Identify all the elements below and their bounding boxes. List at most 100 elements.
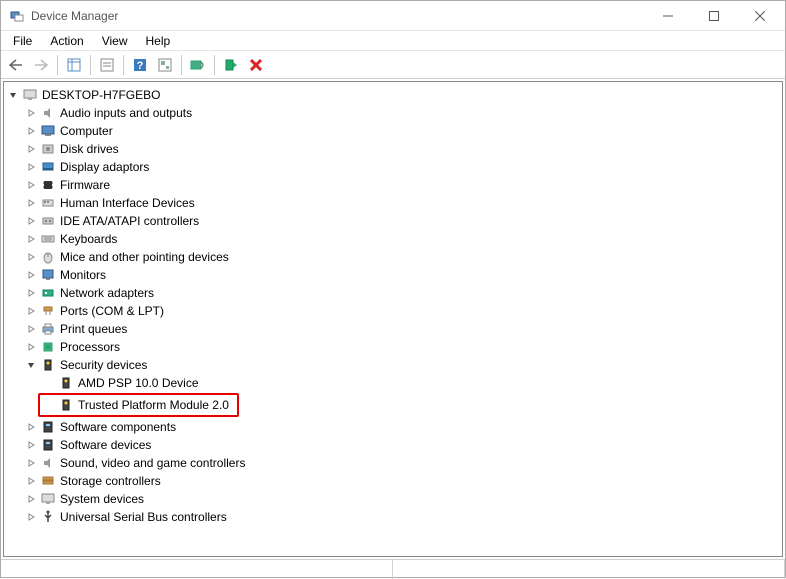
chevron-right-icon[interactable] <box>24 214 38 228</box>
chevron-right-icon[interactable] <box>24 178 38 192</box>
chevron-right-icon[interactable] <box>24 322 38 336</box>
properties-button[interactable] <box>96 54 118 76</box>
category-label: Audio inputs and outputs <box>60 106 192 120</box>
tree-category-computer[interactable]: Computer <box>22 122 782 140</box>
menu-view[interactable]: View <box>94 33 136 49</box>
toolbar-separator <box>214 55 215 75</box>
category-label: System devices <box>60 492 144 506</box>
tree-category-firmware[interactable]: Firmware <box>22 176 782 194</box>
back-button[interactable] <box>5 54 27 76</box>
tree-category-ide[interactable]: IDE ATA/ATAPI controllers <box>22 212 782 230</box>
chevron-right-icon[interactable] <box>24 142 38 156</box>
close-button[interactable] <box>737 1 783 31</box>
tree-category-display[interactable]: Display adaptors <box>22 158 782 176</box>
device-label: Trusted Platform Module 2.0 <box>78 398 229 412</box>
monitor-icon <box>40 267 56 283</box>
category-label: Processors <box>60 340 120 354</box>
chevron-right-icon[interactable] <box>24 232 38 246</box>
category-label: Software devices <box>60 438 151 452</box>
keyboard-icon <box>40 231 56 247</box>
category-label: Network adapters <box>60 286 154 300</box>
minimize-button[interactable] <box>645 1 691 31</box>
chevron-right-icon[interactable] <box>24 160 38 174</box>
toolbar-separator <box>123 55 124 75</box>
category-label: Security devices <box>60 358 147 372</box>
category-label: Print queues <box>60 322 127 336</box>
security-icon <box>40 357 56 373</box>
tree-category-storage[interactable]: Storage controllers <box>22 472 782 490</box>
chevron-right-icon[interactable] <box>24 456 38 470</box>
menu-action[interactable]: Action <box>42 33 91 49</box>
chevron-right-icon[interactable] <box>24 124 38 138</box>
sound-icon <box>40 455 56 471</box>
tree-category-sound[interactable]: Sound, video and game controllers <box>22 454 782 472</box>
help-button[interactable]: ? <box>129 54 151 76</box>
tree-category-disk[interactable]: Disk drives <box>22 140 782 158</box>
category-label: Computer <box>60 124 113 138</box>
tree-device-amd-psp[interactable]: AMD PSP 10.0 Device <box>40 374 782 392</box>
device-label: AMD PSP 10.0 Device <box>78 376 199 390</box>
status-panel-right <box>393 560 785 579</box>
tree-category-monitors[interactable]: Monitors <box>22 266 782 284</box>
tree-category-printq[interactable]: Print queues <box>22 320 782 338</box>
chevron-right-icon[interactable] <box>24 106 38 120</box>
category-label: Display adaptors <box>60 160 149 174</box>
security-device-icon <box>58 397 74 413</box>
menu-help[interactable]: Help <box>138 33 179 49</box>
mouse-icon <box>40 249 56 265</box>
uninstall-device-button[interactable] <box>245 54 267 76</box>
chevron-right-icon[interactable] <box>24 438 38 452</box>
tree-category-processors[interactable]: Processors <box>22 338 782 356</box>
chevron-right-icon[interactable] <box>24 268 38 282</box>
menubar: File Action View Help <box>1 31 785 51</box>
tree-device-tpm[interactable]: Trusted Platform Module 2.0 <box>40 396 231 414</box>
tree-category-network[interactable]: Network adapters <box>22 284 782 302</box>
chevron-down-icon[interactable] <box>24 358 38 372</box>
chevron-right-icon[interactable] <box>24 286 38 300</box>
chevron-right-icon[interactable] <box>24 420 38 434</box>
tree-category-system[interactable]: System devices <box>22 490 782 508</box>
category-label: Firmware <box>60 178 110 192</box>
category-label: Sound, video and game controllers <box>60 456 245 470</box>
category-label: IDE ATA/ATAPI controllers <box>60 214 199 228</box>
audio-icon <box>40 105 56 121</box>
device-tree-pane[interactable]: DESKTOP-H7FGEBO Audio inputs and outputs… <box>3 81 783 557</box>
chevron-right-icon[interactable] <box>24 304 38 318</box>
menu-file[interactable]: File <box>5 33 40 49</box>
software-icon <box>40 437 56 453</box>
tree-category-security[interactable]: Security devices <box>22 356 782 374</box>
chevron-right-icon[interactable] <box>24 474 38 488</box>
maximize-button[interactable] <box>691 1 737 31</box>
chevron-right-icon[interactable] <box>24 510 38 524</box>
forward-button[interactable] <box>30 54 52 76</box>
chevron-right-icon[interactable] <box>24 340 38 354</box>
tree-category-audio[interactable]: Audio inputs and outputs <box>22 104 782 122</box>
printer-icon <box>40 321 56 337</box>
chevron-right-icon[interactable] <box>24 250 38 264</box>
tree-category-hid[interactable]: Human Interface Devices <box>22 194 782 212</box>
network-icon <box>40 285 56 301</box>
tree-category-ports[interactable]: Ports (COM & LPT) <box>22 302 782 320</box>
usb-icon <box>40 509 56 525</box>
chevron-right-icon[interactable] <box>24 196 38 210</box>
ports-icon <box>40 303 56 319</box>
enable-device-button[interactable] <box>220 54 242 76</box>
tree-root[interactable]: DESKTOP-H7FGEBO <box>4 86 782 104</box>
security-device-icon <box>58 375 74 391</box>
tree-root-label: DESKTOP-H7FGEBO <box>42 88 160 102</box>
chevron-right-icon[interactable] <box>24 492 38 506</box>
tree-category-swcomp[interactable]: Software components <box>22 418 782 436</box>
category-label: Disk drives <box>60 142 119 156</box>
tree-category-usb[interactable]: Universal Serial Bus controllers <box>22 508 782 526</box>
tree-category-keyboards[interactable]: Keyboards <box>22 230 782 248</box>
tree-category-mice[interactable]: Mice and other pointing devices <box>22 248 782 266</box>
category-label: Mice and other pointing devices <box>60 250 229 264</box>
chevron-down-icon[interactable] <box>6 88 20 102</box>
computer-icon <box>22 87 38 103</box>
window-controls <box>645 1 783 31</box>
storage-icon <box>40 473 56 489</box>
scan-hardware-button[interactable] <box>187 54 209 76</box>
action-button[interactable] <box>154 54 176 76</box>
tree-category-swdev[interactable]: Software devices <box>22 436 782 454</box>
show-hide-tree-button[interactable] <box>63 54 85 76</box>
